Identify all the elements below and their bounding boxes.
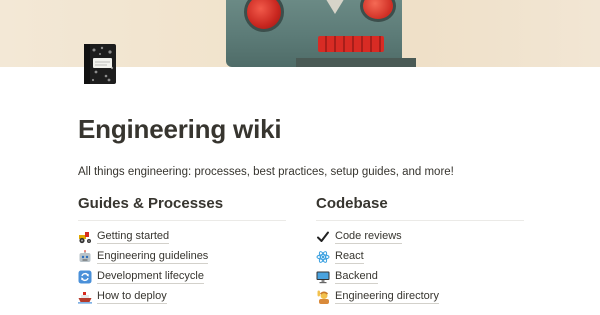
page-link-react[interactable]: React	[316, 247, 524, 267]
page-title[interactable]: Engineering wiki	[78, 114, 282, 145]
codebase-heading[interactable]: Codebase	[316, 195, 524, 221]
page-link-backend[interactable]: Backend	[316, 267, 524, 287]
notion-page: Engineering wiki All things engineering:…	[0, 0, 600, 315]
checkmark-icon	[316, 230, 330, 244]
page-link-how-to-deploy[interactable]: How to deploy	[78, 287, 286, 307]
page-link-engineering-guidelines[interactable]: Engineering guidelines	[78, 247, 286, 267]
page-link-label: Engineering directory	[335, 290, 439, 304]
cycle-arrows-icon	[78, 270, 92, 284]
page-link-development-lifecycle[interactable]: Development lifecycle	[78, 267, 286, 287]
ship-icon	[78, 290, 92, 304]
person-raising-hand-icon	[316, 290, 330, 304]
desktop-computer-icon	[316, 270, 330, 284]
page-link-label: How to deploy	[97, 290, 167, 304]
page-link-label: React	[335, 250, 364, 264]
guides-list: Getting started Engineering guidelines D…	[78, 227, 286, 307]
guides-heading[interactable]: Guides & Processes	[78, 195, 286, 221]
page-link-label: Code reviews	[335, 230, 402, 244]
tractor-icon	[78, 230, 92, 244]
guides-column: Guides & Processes Getting started Engin…	[78, 195, 286, 307]
page-link-label: Development lifecycle	[97, 270, 204, 284]
notebook-icon[interactable]	[80, 42, 120, 86]
robot-mouth	[318, 36, 384, 52]
robot-icon	[78, 250, 92, 264]
codebase-list: Code reviews React Backend Engineering d…	[316, 227, 524, 307]
codebase-column: Codebase Code reviews React Backend Engi…	[316, 195, 524, 307]
page-link-label: Backend	[335, 270, 378, 284]
page-link-code-reviews[interactable]: Code reviews	[316, 227, 524, 247]
robot-neck	[296, 58, 416, 67]
page-link-getting-started[interactable]: Getting started	[78, 227, 286, 247]
page-link-label: Getting started	[97, 230, 170, 244]
page-link-engineering-directory[interactable]: Engineering directory	[316, 287, 524, 307]
page-description[interactable]: All things engineering: processes, best …	[78, 166, 454, 178]
page-link-label: Engineering guidelines	[97, 250, 209, 264]
atom-icon	[316, 250, 330, 264]
